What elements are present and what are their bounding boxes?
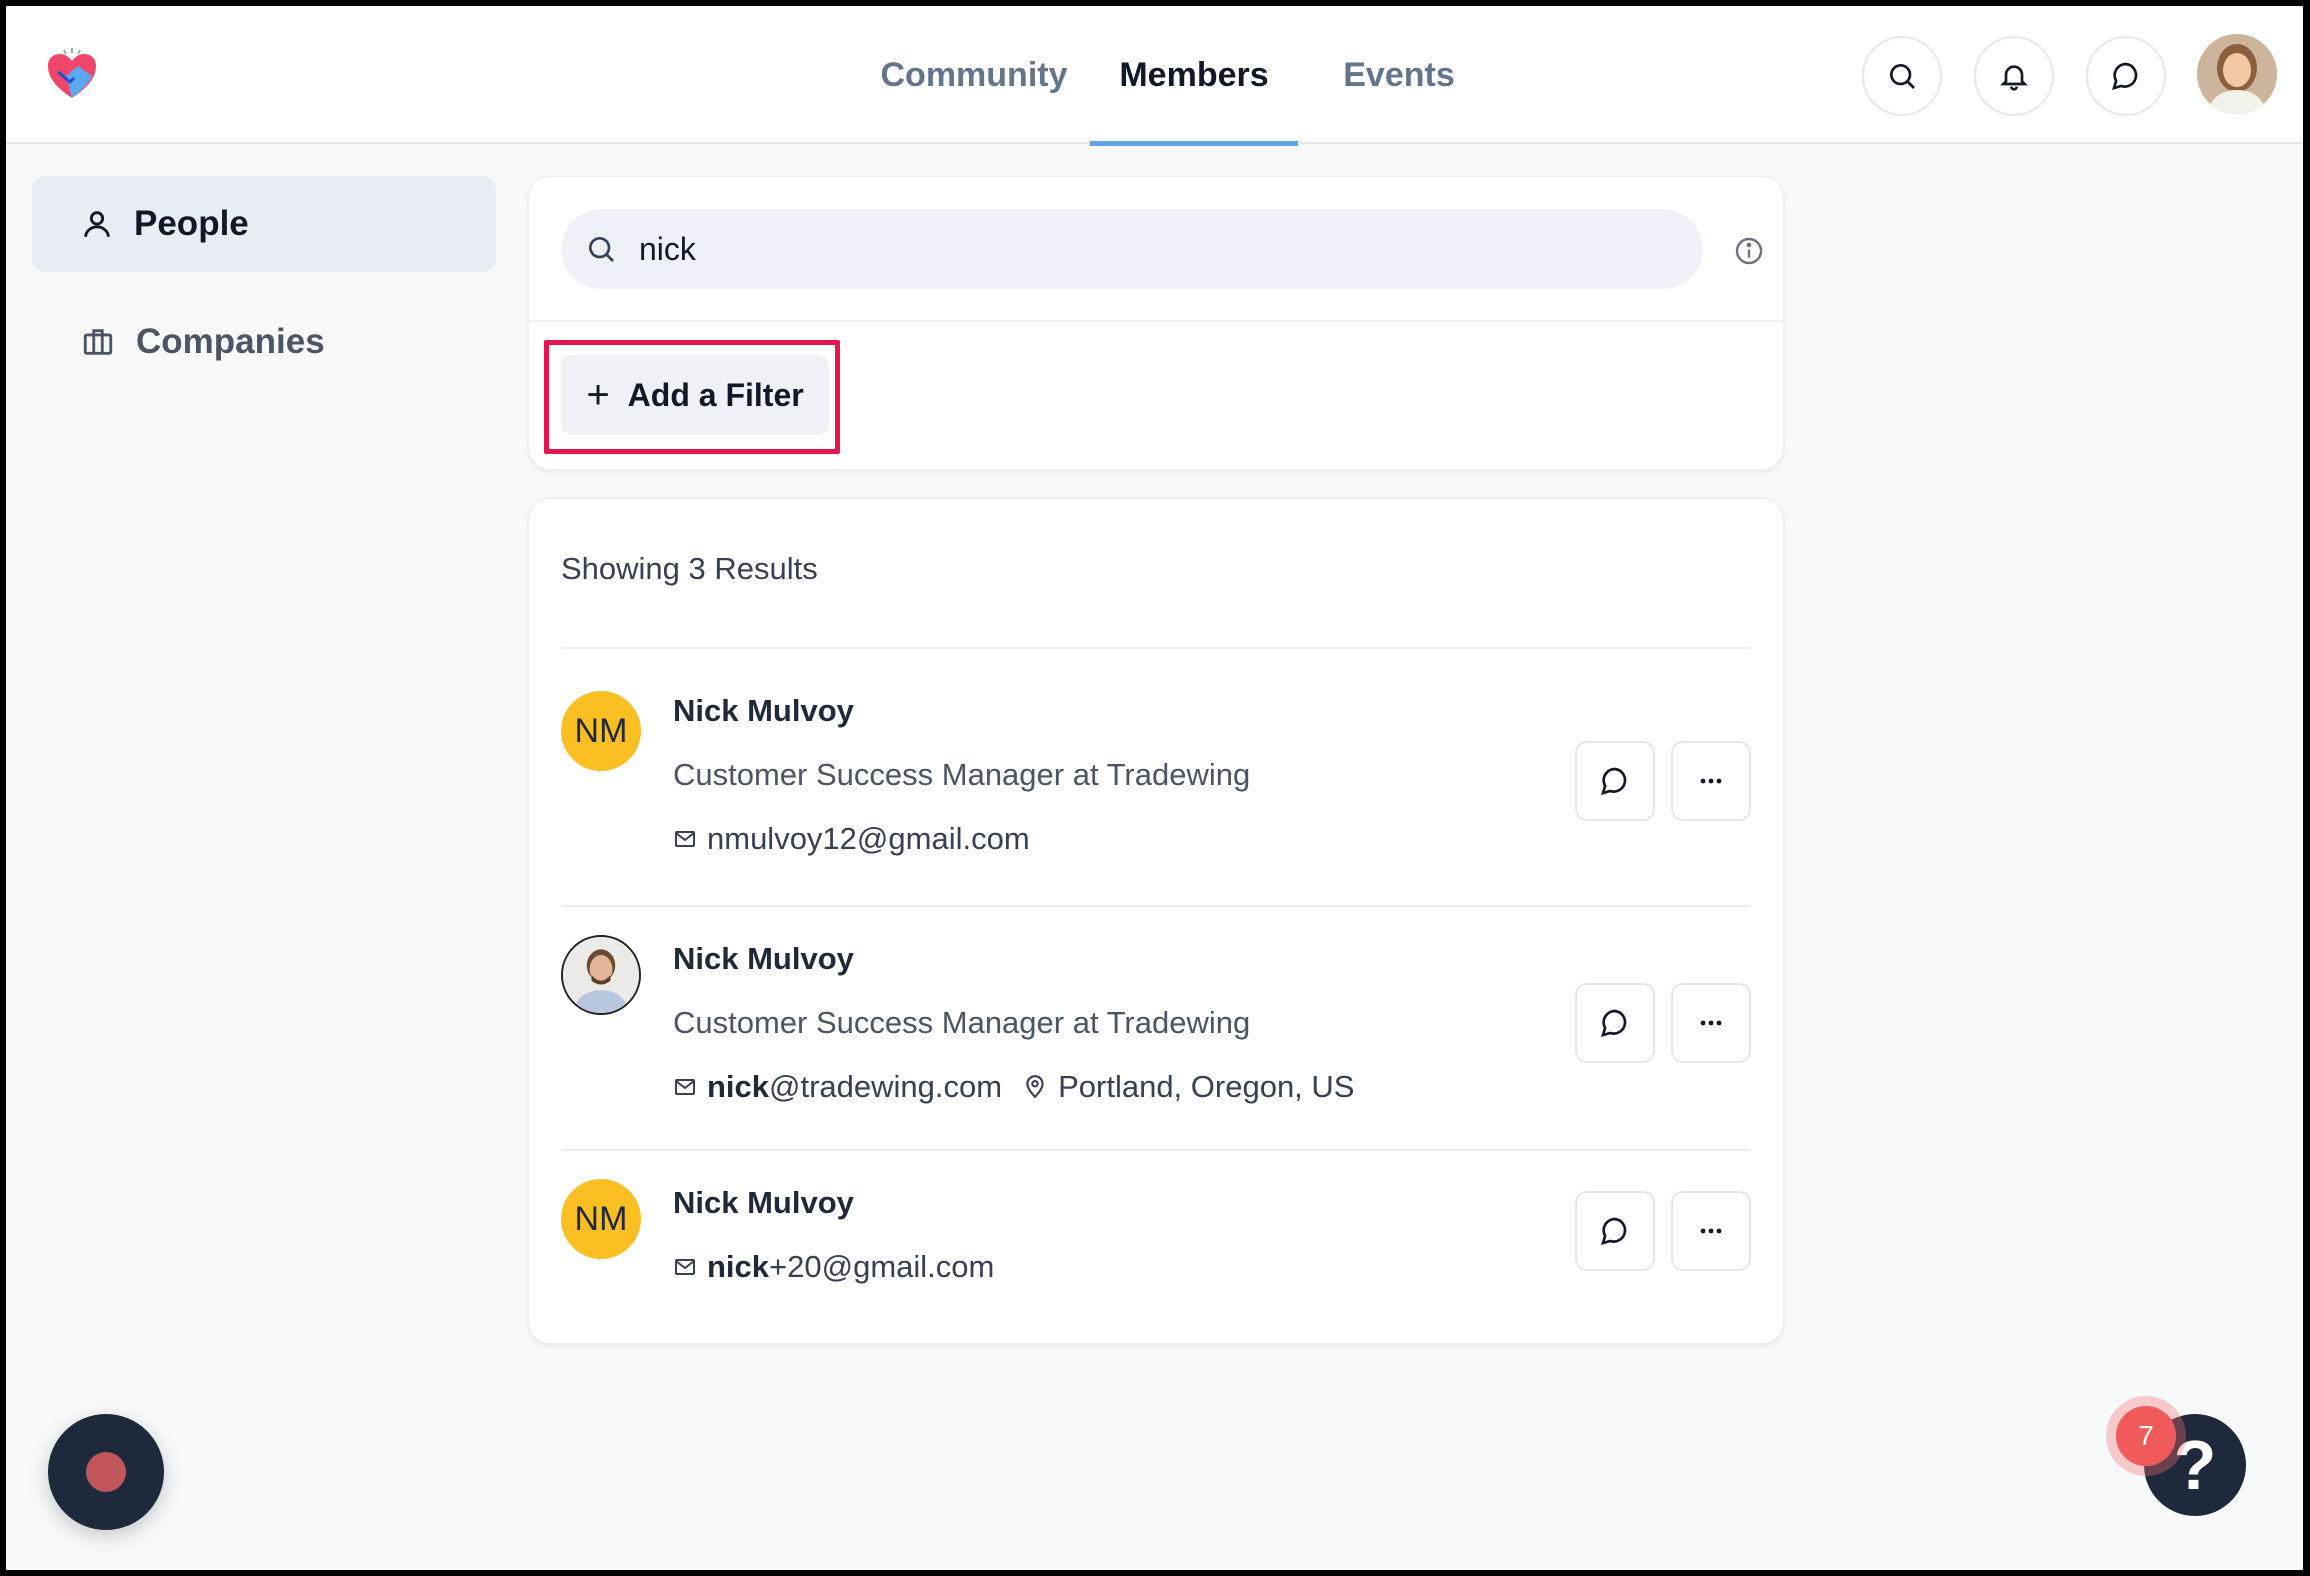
- member-email[interactable]: nick+20@gmail.com: [707, 1249, 994, 1285]
- more-options-button[interactable]: [1671, 741, 1751, 821]
- message-member-button[interactable]: [1575, 741, 1655, 821]
- location-text: Portland, Oregon, US: [1058, 1069, 1355, 1104]
- sidebar-item-label: Companies: [136, 322, 325, 361]
- avatar-initials[interactable]: NM: [561, 691, 641, 771]
- tab-members[interactable]: Members: [1090, 6, 1298, 146]
- sidebar-item-people[interactable]: People: [32, 176, 496, 272]
- member-meta: nick@tradewing.com Portland, Oregon, US: [673, 1069, 1354, 1105]
- member-name[interactable]: Nick Mulvoy: [673, 1185, 854, 1221]
- main-nav: Community Members Events: [6, 6, 2303, 146]
- map-pin-icon: [1026, 1075, 1044, 1099]
- search-card: + Add a Filter: [528, 176, 1784, 470]
- bell-icon: [2000, 65, 2028, 91]
- top-header: Community Members Events: [6, 6, 2303, 146]
- mail-icon: [675, 1079, 695, 1095]
- more-horizontal-icon: [1700, 1020, 1722, 1026]
- results-card: Showing 3 Results NM Nick Mulvoy Custome…: [528, 498, 1784, 1344]
- email-rest: +20@gmail.com: [769, 1249, 995, 1284]
- member-name[interactable]: Nick Mulvoy: [673, 941, 854, 977]
- messages-button[interactable]: [2086, 36, 2166, 116]
- avatar-initials[interactable]: NM: [561, 1179, 641, 1259]
- member-meta: nick+20@gmail.com: [673, 1249, 994, 1285]
- search-input[interactable]: [639, 230, 1639, 268]
- message-member-button[interactable]: [1575, 983, 1655, 1063]
- info-icon[interactable]: [1733, 235, 1765, 267]
- record-button[interactable]: [48, 1414, 164, 1530]
- chat-bubble-icon: [1601, 1217, 1627, 1245]
- search-icon: [1890, 64, 1915, 89]
- mail-icon: [675, 831, 695, 847]
- more-options-button[interactable]: [1671, 1191, 1751, 1271]
- sidebar-item-label: People: [134, 204, 249, 243]
- chat-bubble-icon: [1601, 767, 1627, 795]
- member-email[interactable]: nick@tradewing.com: [707, 1069, 1002, 1105]
- notifications-button[interactable]: [1974, 36, 2054, 116]
- more-horizontal-icon: [1700, 778, 1722, 784]
- member-name[interactable]: Nick Mulvoy: [673, 693, 854, 729]
- tab-events[interactable]: Events: [1324, 6, 1474, 144]
- result-row: NM Nick Mulvoy nick+20@gmail.com: [529, 1151, 1783, 1341]
- result-row: NM Nick Mulvoy Customer Success Manager …: [529, 649, 1783, 905]
- highlight-outline: [544, 340, 840, 454]
- more-options-button[interactable]: [1671, 983, 1751, 1063]
- person-icon: [84, 211, 110, 237]
- message-member-button[interactable]: [1575, 1191, 1655, 1271]
- email-match-highlight: nick: [707, 1069, 770, 1104]
- user-photo-icon: [563, 937, 639, 1013]
- member-email[interactable]: nmulvoy12@gmail.com: [707, 821, 1030, 857]
- card-divider: [529, 320, 1783, 322]
- more-horizontal-icon: [1700, 1228, 1722, 1234]
- member-title: Customer Success Manager at Tradewing: [673, 1005, 1251, 1040]
- app-frame: Community Members Events People Companie…: [6, 6, 2303, 1570]
- record-dot-icon: [86, 1452, 126, 1492]
- header-search-button[interactable]: [1862, 36, 1942, 116]
- member-title: Customer Success Manager at Tradewing: [673, 757, 1251, 792]
- user-avatar[interactable]: [2197, 34, 2277, 114]
- search-field[interactable]: [561, 209, 1703, 289]
- tab-community[interactable]: Community: [878, 6, 1070, 144]
- briefcase-icon: [83, 329, 113, 355]
- chat-bubble-icon: [2112, 62, 2138, 90]
- email-rest: @tradewing.com: [769, 1069, 1003, 1104]
- help-badge: 7: [2116, 1406, 2176, 1466]
- chat-bubble-icon: [1601, 1009, 1627, 1037]
- avatar-photo[interactable]: [561, 935, 641, 1015]
- sidebar-item-companies[interactable]: Companies: [32, 294, 496, 390]
- email-match-highlight: nick: [707, 1249, 770, 1284]
- user-photo-icon: [2197, 34, 2277, 114]
- member-location: Portland, Oregon, US: [1022, 1069, 1354, 1105]
- result-row: Nick Mulvoy Customer Success Manager at …: [529, 907, 1783, 1149]
- mail-icon: [675, 1259, 695, 1275]
- results-count: Showing 3 Results: [561, 551, 818, 586]
- member-meta: nmulvoy12@gmail.com: [673, 821, 1030, 857]
- search-icon: [589, 237, 614, 262]
